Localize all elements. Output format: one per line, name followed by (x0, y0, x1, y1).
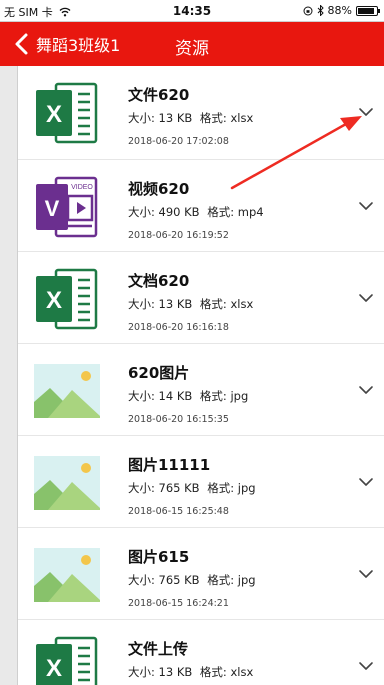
file-format: jpg (230, 389, 249, 403)
file-date: 2018-06-20 16:19:52 (128, 230, 229, 241)
file-name: 图片11111 (128, 456, 211, 474)
image-file-icon (34, 456, 100, 510)
size-label: 大小: (128, 205, 155, 219)
format-label: 格式: (207, 573, 235, 587)
chevron-left-icon (15, 33, 28, 55)
size-label: 大小: (128, 573, 155, 587)
file-size: 765 KB (158, 481, 200, 495)
format-label: 格式: (199, 389, 227, 403)
file-list-item[interactable]: X 文件620 大小: 13 KB 格式: xlsx 2018-06-20 17… (18, 66, 384, 160)
battery-icon (356, 5, 380, 16)
file-name: 文件上传 (128, 640, 189, 658)
svg-text:X: X (46, 287, 62, 314)
file-meta: 大小: 13 KB 格式: xlsx (128, 296, 253, 312)
chevron-down-icon[interactable] (358, 198, 374, 214)
chevron-down-icon[interactable] (358, 290, 374, 306)
format-label: 格式: (199, 297, 227, 311)
file-meta: 大小: 490 KB 格式: mp4 (128, 204, 264, 220)
status-right-group: 88% (303, 4, 380, 17)
file-size: 13 KB (158, 111, 193, 125)
excel-file-icon: X (36, 636, 98, 685)
file-name: 文档620 (128, 272, 190, 290)
file-meta: 大小: 13 KB 格式: xlsx (128, 664, 253, 680)
status-bar: 无 SIM 卡 14:35 88% (0, 0, 384, 22)
file-name: 视频620 (128, 180, 190, 198)
file-list-item[interactable]: X 文档620 大小: 13 KB 格式: xlsx 2018-06-20 16… (18, 252, 384, 344)
file-format: jpg (237, 573, 256, 587)
svg-text:X: X (46, 101, 62, 128)
svg-text:V: V (45, 196, 60, 221)
lock-rotation-icon (303, 6, 313, 15)
file-format: xlsx (230, 111, 254, 125)
file-size: 490 KB (158, 205, 200, 219)
bluetooth-icon (317, 5, 324, 16)
excel-file-icon: X (36, 268, 98, 330)
file-list-item[interactable]: 图片11111 大小: 765 KB 格式: jpg 2018-06-15 16… (18, 436, 384, 528)
video-file-icon: VIDEO V (36, 176, 98, 238)
file-name: 620图片 (128, 364, 190, 382)
chevron-down-icon[interactable] (358, 382, 374, 398)
file-meta: 大小: 13 KB 格式: xlsx (128, 110, 253, 126)
file-date: 2018-06-20 16:15:35 (128, 414, 229, 425)
format-label: 格式: (199, 665, 227, 679)
file-size: 14 KB (158, 389, 193, 403)
file-date: 2018-06-20 17:02:08 (128, 136, 229, 147)
file-date: 2018-06-15 16:24:21 (128, 598, 229, 609)
back-label: 舞蹈3班级1 (36, 36, 121, 55)
format-label: 格式: (199, 111, 227, 125)
image-file-icon (34, 364, 100, 418)
chevron-down-icon[interactable] (358, 566, 374, 582)
size-label: 大小: (128, 665, 155, 679)
excel-file-icon: X (36, 82, 98, 144)
file-format: mp4 (237, 205, 264, 219)
battery-percent: 88% (327, 4, 352, 17)
file-name: 文件620 (128, 86, 190, 104)
svg-text:X: X (46, 655, 62, 682)
size-label: 大小: (128, 297, 155, 311)
chevron-down-icon[interactable] (358, 474, 374, 490)
file-format: xlsx (230, 297, 254, 311)
file-meta: 大小: 765 KB 格式: jpg (128, 480, 256, 496)
battery-fill (358, 7, 374, 14)
back-button[interactable]: 舞蹈3班级1 (12, 32, 120, 56)
file-list-item[interactable]: 620图片 大小: 14 KB 格式: jpg 2018-06-20 16:15… (18, 344, 384, 436)
file-size: 13 KB (158, 297, 193, 311)
nav-bar: 舞蹈3班级1 资源 (0, 22, 384, 66)
left-edge-panel (0, 66, 18, 685)
file-size: 765 KB (158, 573, 200, 587)
size-label: 大小: (128, 111, 155, 125)
file-list-item[interactable]: X 文件上传 大小: 13 KB 格式: xlsx (18, 620, 384, 685)
file-list-item[interactable]: VIDEO V 视频620 大小: 490 KB 格式: mp4 2018-06… (18, 160, 384, 252)
file-meta: 大小: 765 KB 格式: jpg (128, 572, 256, 588)
format-label: 格式: (207, 481, 235, 495)
size-label: 大小: (128, 481, 155, 495)
file-list: X 文件620 大小: 13 KB 格式: xlsx 2018-06-20 17… (18, 66, 384, 685)
file-meta: 大小: 14 KB 格式: jpg (128, 388, 248, 404)
chevron-down-icon[interactable] (358, 104, 374, 120)
file-format: jpg (237, 481, 256, 495)
file-size: 13 KB (158, 665, 193, 679)
format-label: 格式: (207, 205, 235, 219)
file-name: 图片615 (128, 548, 190, 566)
chevron-down-icon[interactable] (358, 658, 374, 674)
image-file-icon (34, 548, 100, 602)
file-date: 2018-06-20 16:16:18 (128, 322, 229, 333)
file-format: xlsx (230, 665, 254, 679)
file-list-item[interactable]: 图片615 大小: 765 KB 格式: jpg 2018-06-15 16:2… (18, 528, 384, 620)
size-label: 大小: (128, 389, 155, 403)
svg-text:VIDEO: VIDEO (71, 184, 93, 191)
file-date: 2018-06-15 16:25:48 (128, 506, 229, 517)
